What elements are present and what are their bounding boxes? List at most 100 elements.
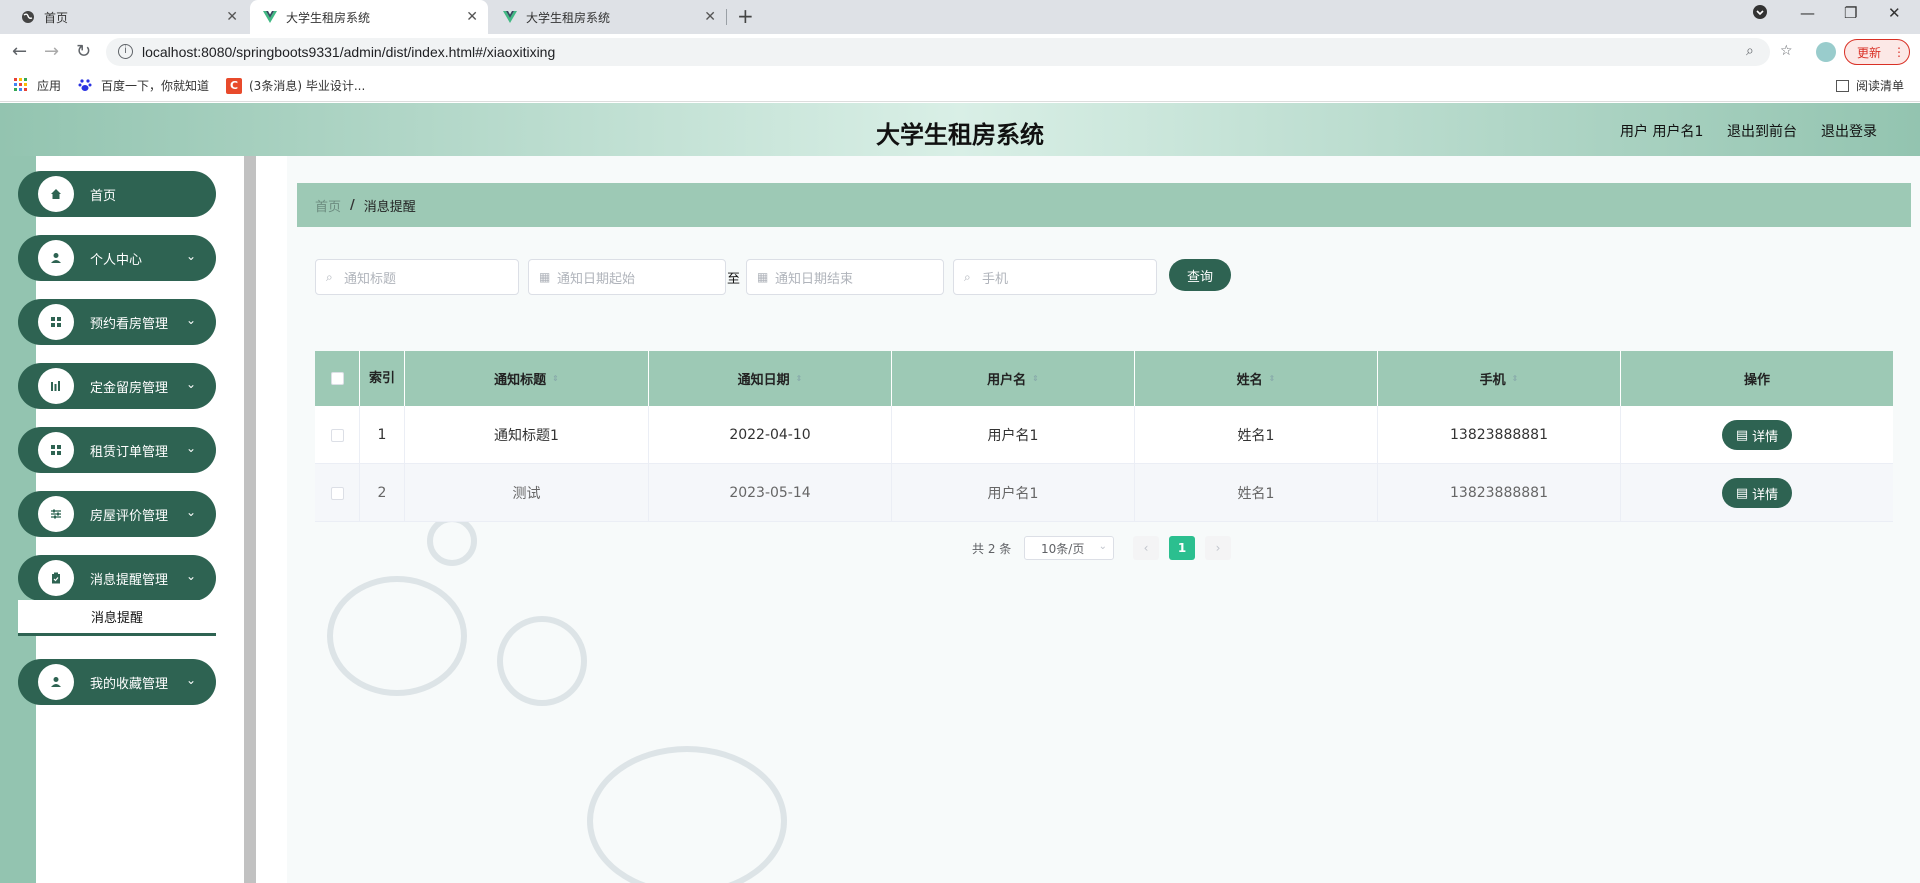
sort-icon[interactable]: ⇕ <box>796 374 803 383</box>
cell-name: 姓名1 <box>1135 464 1378 522</box>
cell-index: 1 <box>360 406 405 464</box>
bookmarks-bar: 应用 百度一下，你就知道 C (3条消息) 毕业设计... 阅读清单 <box>0 70 1920 102</box>
chevron-down-icon: ⌄ <box>185 377 196 391</box>
background-decoration <box>587 746 787 883</box>
tab-title: 大学生租房系统 <box>526 10 611 25</box>
sidebar-item-reviews[interactable]: 房屋评价管理 ⌄ <box>18 491 216 537</box>
checkbox[interactable] <box>330 486 344 500</box>
sidebar-item-personal[interactable]: 个人中心 ⌄ <box>18 235 216 281</box>
info-icon[interactable]: i <box>118 44 133 59</box>
sidebar-item-messages[interactable]: 消息提醒管理 ⌄ <box>18 555 216 601</box>
chevron-down-icon: ⌄ <box>185 505 196 519</box>
query-button[interactable]: 查询 <box>1169 259 1231 291</box>
bookmark-baidu[interactable]: 百度一下，你就知道 <box>78 77 209 94</box>
reading-list[interactable]: 阅读清单 <box>1836 77 1904 94</box>
calendar-icon: ▦ <box>757 270 769 284</box>
page-number-current[interactable]: 1 <box>1169 536 1195 560</box>
reading-list-icon <box>1836 79 1849 92</box>
sidebar-scrollbar[interactable] <box>244 156 256 883</box>
baidu-paw-icon <box>78 78 94 94</box>
minimize-icon[interactable]: — <box>1800 4 1815 22</box>
detail-button[interactable]: ▤ 详情 <box>1722 478 1792 508</box>
calendar-icon: ▦ <box>539 270 551 284</box>
zoom-icon[interactable]: ⌕ <box>1746 43 1754 59</box>
browser-tab-home[interactable]: 首页 ✕ <box>8 0 248 34</box>
star-icon[interactable]: ☆ <box>1780 43 1793 59</box>
cell-date: 2023-05-14 <box>649 464 892 522</box>
app-header: 大学生租房系统 用户 用户名1 退出到前台 退出登录 <box>0 103 1920 156</box>
cell-title: 通知标题1 <box>405 406 649 464</box>
chevron-down-icon: ⌄ <box>185 249 196 263</box>
header-name[interactable]: 姓名 ⇕ <box>1135 351 1378 406</box>
chevron-down-icon: ⌄ <box>185 673 196 687</box>
csdn-c-icon: C <box>226 77 242 94</box>
header-action: 操作 <box>1743 373 1770 388</box>
tab-search-icon[interactable] <box>1752 4 1768 24</box>
checkbox[interactable] <box>330 372 344 385</box>
sidebar-item-rent-orders[interactable]: 租赁订单管理 ⌄ <box>18 427 216 473</box>
main-content: 首页 / 消息提醒 ⌕ 通知标题 ▦ 通知日期起始 至 ▦ 通知日期结束 ⌕ 手… <box>287 156 1920 883</box>
detail-button[interactable]: ▤ 详情 <box>1722 420 1792 450</box>
sort-icon[interactable]: ⇕ <box>552 374 559 383</box>
tab-title: 大学生租房系统 <box>286 10 371 25</box>
header-select-all[interactable] <box>315 351 360 406</box>
header-index: 索引 <box>360 351 405 406</box>
header-date[interactable]: 通知日期 ⇕ <box>649 351 892 406</box>
page-size-select[interactable]: 10条/页 ⌄ <box>1024 536 1114 560</box>
cell-action: ▤ 详情 <box>1621 406 1893 464</box>
sort-icon[interactable]: ⇕ <box>1032 374 1039 383</box>
close-icon[interactable]: ✕ <box>704 9 716 25</box>
restore-icon[interactable]: ❐ <box>1844 4 1857 22</box>
sort-icon[interactable]: ⇕ <box>1512 374 1519 383</box>
title-search-input[interactable]: ⌕ 通知标题 <box>315 259 519 295</box>
sidebar-subitem-message-reminder[interactable]: 消息提醒 <box>18 600 216 636</box>
cell-action: ▤ 详情 <box>1621 464 1893 522</box>
clipboard-icon <box>38 560 74 596</box>
header-title[interactable]: 通知标题 ⇕ <box>405 351 649 406</box>
forward-arrow-icon[interactable]: → <box>44 41 59 62</box>
address-bar: ← → ↻ i localhost:8080/springboots9331/a… <box>0 34 1920 70</box>
back-to-front-link[interactable]: 退出到前台 <box>1727 121 1797 141</box>
sidebar-item-deposit[interactable]: 定金留房管理 ⌄ <box>18 363 216 409</box>
chevron-down-icon: ⌄ <box>185 569 196 583</box>
sidebar-item-favorites[interactable]: 我的收藏管理 ⌄ <box>18 659 216 705</box>
date-start-input[interactable]: ▦ 通知日期起始 <box>528 259 726 295</box>
header-username[interactable]: 用户名 ⇕ <box>892 351 1135 406</box>
url-input[interactable]: i localhost:8080/springboots9331/admin/d… <box>106 38 1770 66</box>
cell-phone: 13823888881 <box>1378 464 1621 522</box>
phone-search-input[interactable]: ⌕ 手机 <box>953 259 1157 295</box>
browser-tab-third[interactable]: 大学生租房系统 ✕ <box>490 0 726 34</box>
date-end-input[interactable]: ▦ 通知日期结束 <box>746 259 944 295</box>
back-arrow-icon[interactable]: ← <box>12 41 27 62</box>
background-decoration <box>427 516 477 566</box>
more-icon: ⋮ <box>1893 45 1906 59</box>
close-icon[interactable]: ✕ <box>226 9 238 25</box>
bookmark-csdn[interactable]: C (3条消息) 毕业设计... <box>226 77 365 94</box>
row-select[interactable] <box>315 406 360 464</box>
browser-tab-active[interactable]: 大学生租房系统 ✕ <box>250 0 488 34</box>
url-text: localhost:8080/springboots9331/admin/dis… <box>142 44 556 60</box>
reload-icon[interactable]: ↻ <box>76 41 91 62</box>
new-tab-icon[interactable]: + <box>737 4 754 28</box>
sidebar-item-home[interactable]: 首页 <box>18 171 216 217</box>
window-close-icon[interactable]: ✕ <box>1888 4 1901 22</box>
cell-username: 用户名1 <box>892 406 1135 464</box>
header-phone[interactable]: 手机 ⇕ <box>1378 351 1621 406</box>
next-page-button[interactable]: › <box>1205 536 1231 560</box>
checkbox[interactable] <box>330 428 344 442</box>
row-select[interactable] <box>315 464 360 522</box>
avatar[interactable] <box>1816 42 1836 62</box>
update-button[interactable]: 更新 ⋮ <box>1844 39 1910 65</box>
sidebar-item-viewing[interactable]: 预约看房管理 ⌄ <box>18 299 216 345</box>
cell-date: 2022-04-10 <box>649 406 892 464</box>
sort-icon[interactable]: ⇕ <box>1269 374 1276 383</box>
bookmark-apps[interactable]: 应用 <box>14 77 61 94</box>
close-icon[interactable]: ✕ <box>466 9 478 25</box>
breadcrumb-separator: / <box>350 197 355 213</box>
logout-link[interactable]: 退出登录 <box>1821 121 1877 141</box>
chart-icon <box>38 368 74 404</box>
chevron-down-icon: ⌄ <box>185 441 196 455</box>
breadcrumb-home[interactable]: 首页 <box>315 196 341 215</box>
prev-page-button[interactable]: ‹ <box>1133 536 1159 560</box>
cell-title: 测试 <box>405 464 649 522</box>
